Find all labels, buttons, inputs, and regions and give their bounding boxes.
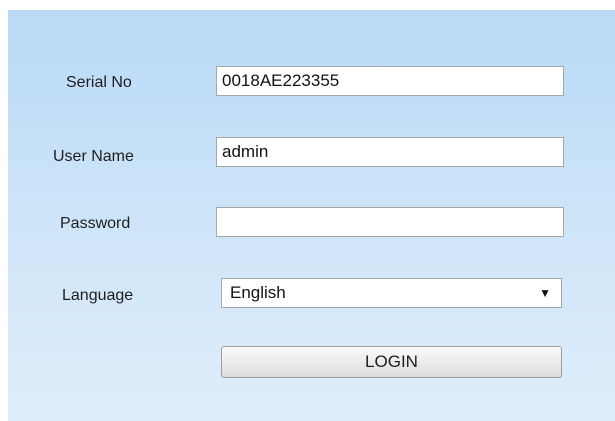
triangle-down-icon: ▼ [539,286,551,300]
serial-no-input[interactable] [216,66,564,96]
language-selected-value: English [230,283,286,302]
user-name-input[interactable] [216,137,564,167]
login-button[interactable]: LOGIN [221,346,562,378]
login-panel: Serial No User Name Password Language En… [8,10,615,421]
user-name-label: User Name [53,148,134,165]
password-input[interactable] [216,207,564,237]
language-label: Language [62,287,134,304]
password-label: Password [60,215,131,232]
serial-no-label: Serial No [66,74,132,91]
language-select[interactable]: English ▼ [221,278,562,308]
